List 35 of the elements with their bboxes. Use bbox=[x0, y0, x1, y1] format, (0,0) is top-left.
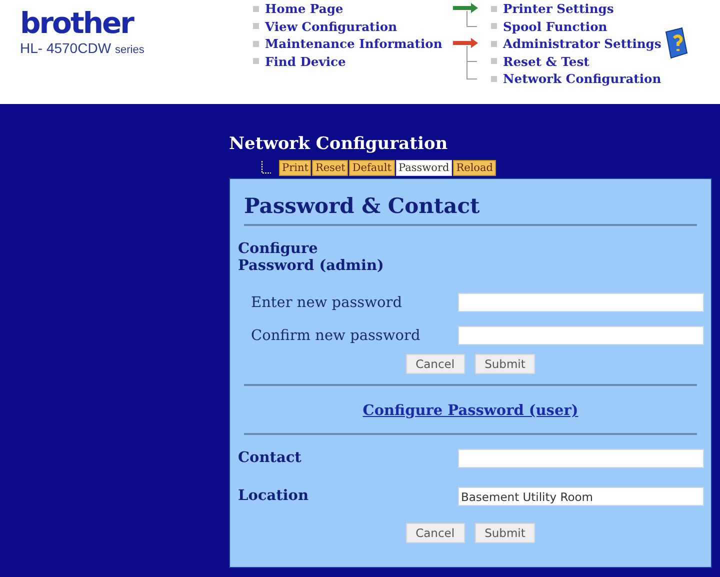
tab[interactable]: Password bbox=[396, 160, 452, 176]
nav-link[interactable]: Reset & Test bbox=[491, 52, 662, 70]
tree-corner-icon bbox=[260, 161, 272, 175]
form-button[interactable]: Submit bbox=[474, 354, 536, 374]
input-field[interactable] bbox=[458, 293, 704, 312]
nav-link[interactable]: Printer Settings bbox=[491, 0, 614, 18]
tab[interactable]: Reload bbox=[453, 160, 496, 176]
brand-logo: brother bbox=[20, 8, 133, 38]
nav-link[interactable]: Maintenance Information bbox=[253, 35, 449, 52]
input-field[interactable] bbox=[458, 449, 704, 468]
input-field[interactable] bbox=[458, 326, 704, 345]
tab[interactable]: Default bbox=[349, 160, 395, 176]
help-book-icon[interactable] bbox=[663, 27, 689, 59]
nav-link[interactable]: Home Page bbox=[253, 0, 449, 18]
section-heading: Configure Password (admin) bbox=[238, 240, 385, 274]
field-label: Enter new password bbox=[250, 294, 403, 310]
nav-link[interactable]: Administrator Settings bbox=[491, 35, 662, 52]
model-name: HL- 4570CDW bbox=[20, 40, 112, 56]
tab[interactable]: Reset bbox=[312, 160, 348, 176]
field-label: Location bbox=[238, 487, 310, 504]
panel-title: Password & Contact bbox=[244, 193, 481, 218]
nav-link[interactable]: Spool Function bbox=[491, 18, 614, 35]
model-series: series bbox=[115, 44, 144, 56]
field-label: Confirm new password bbox=[250, 328, 422, 344]
tab[interactable]: Print bbox=[279, 160, 312, 176]
input-field[interactable]: Basement Utility Room bbox=[458, 487, 704, 506]
nav-link[interactable]: View Configuration bbox=[253, 18, 449, 35]
nav-link[interactable]: Network Configuration bbox=[491, 70, 662, 88]
form-button[interactable]: Cancel bbox=[406, 354, 465, 374]
nav-link[interactable]: Find Device bbox=[253, 52, 449, 70]
section-title: Network Configuration bbox=[229, 134, 449, 156]
configure-user-link[interactable]: Configure Password (user) bbox=[362, 402, 578, 419]
form-button[interactable]: Submit bbox=[474, 523, 536, 543]
form-button[interactable]: Cancel bbox=[406, 523, 465, 543]
field-label: Contact bbox=[238, 449, 302, 466]
